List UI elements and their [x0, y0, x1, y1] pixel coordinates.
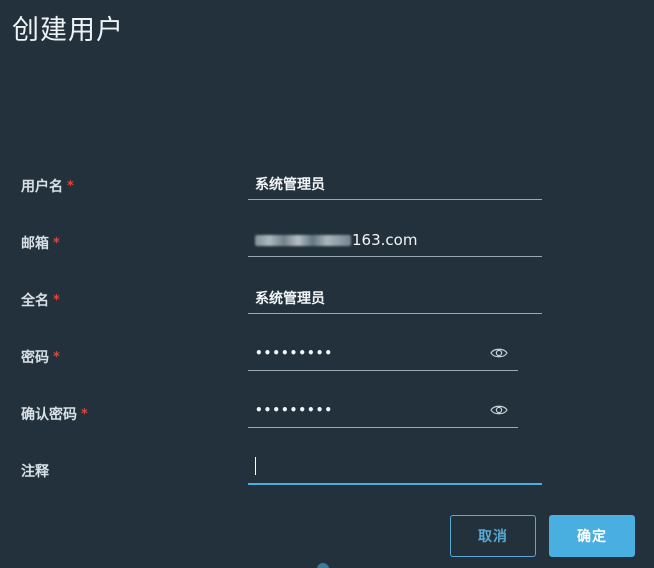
email-row: 邮箱 * 163.com — [0, 231, 654, 271]
redacted-email-prefix — [255, 235, 351, 246]
password-mask: ••••••••• — [255, 346, 334, 360]
eye-icon[interactable] — [490, 347, 508, 359]
required-marker: * — [53, 350, 60, 365]
confirm-password-field[interactable]: ••••••••• — [248, 394, 518, 428]
required-marker: * — [53, 236, 60, 251]
text-cursor — [255, 457, 256, 475]
comment-label: 注释 — [21, 464, 49, 480]
username-value: 系统管理员 — [255, 177, 325, 193]
fullname-field[interactable]: 系统管理员 — [248, 280, 542, 314]
password-label-text: 密码 — [21, 350, 49, 366]
username-label: 用户名 * — [21, 176, 74, 196]
confirm-password-row: 确认密码 * ••••••••• — [0, 402, 654, 442]
confirm-button[interactable]: 确定 — [549, 515, 635, 557]
comment-row: 注释 — [0, 457, 654, 499]
cancel-button[interactable]: 取消 — [450, 515, 536, 557]
password-field[interactable]: ••••••••• — [248, 337, 518, 371]
confirm-password-mask: ••••••••• — [255, 403, 334, 417]
password-label: 密码 * — [21, 347, 60, 367]
required-marker: * — [53, 293, 60, 308]
fullname-label: 全名 * — [21, 290, 60, 310]
email-field[interactable]: 163.com — [248, 223, 542, 257]
eye-icon[interactable] — [490, 404, 508, 416]
partial-indicator — [317, 563, 329, 568]
fullname-value: 系统管理员 — [255, 291, 325, 307]
confirm-password-label: 确认密码 * — [21, 404, 88, 424]
create-user-dialog: 创建用户 用户名 * 系统管理员 邮箱 * 163.com 全名 * 系统管理员 密码… — [0, 0, 654, 568]
password-row: 密码 * ••••••••• — [0, 345, 654, 385]
required-marker: * — [67, 179, 74, 194]
email-label-text: 邮箱 — [21, 236, 49, 252]
confirm-password-label-text: 确认密码 — [21, 407, 77, 423]
username-label-text: 用户名 — [21, 179, 63, 195]
fullname-label-text: 全名 — [21, 293, 49, 309]
email-value-suffix: 163.com — [352, 231, 418, 249]
fullname-row: 全名 * 系统管理员 — [0, 288, 654, 328]
email-label: 邮箱 * — [21, 233, 60, 253]
username-field[interactable]: 系统管理员 — [248, 166, 542, 200]
email-value: 163.com — [255, 231, 417, 249]
required-marker: * — [81, 407, 88, 422]
username-row: 用户名 * 系统管理员 — [0, 174, 654, 214]
comment-field[interactable] — [248, 451, 542, 485]
dialog-title: 创建用户 — [12, 15, 124, 46]
